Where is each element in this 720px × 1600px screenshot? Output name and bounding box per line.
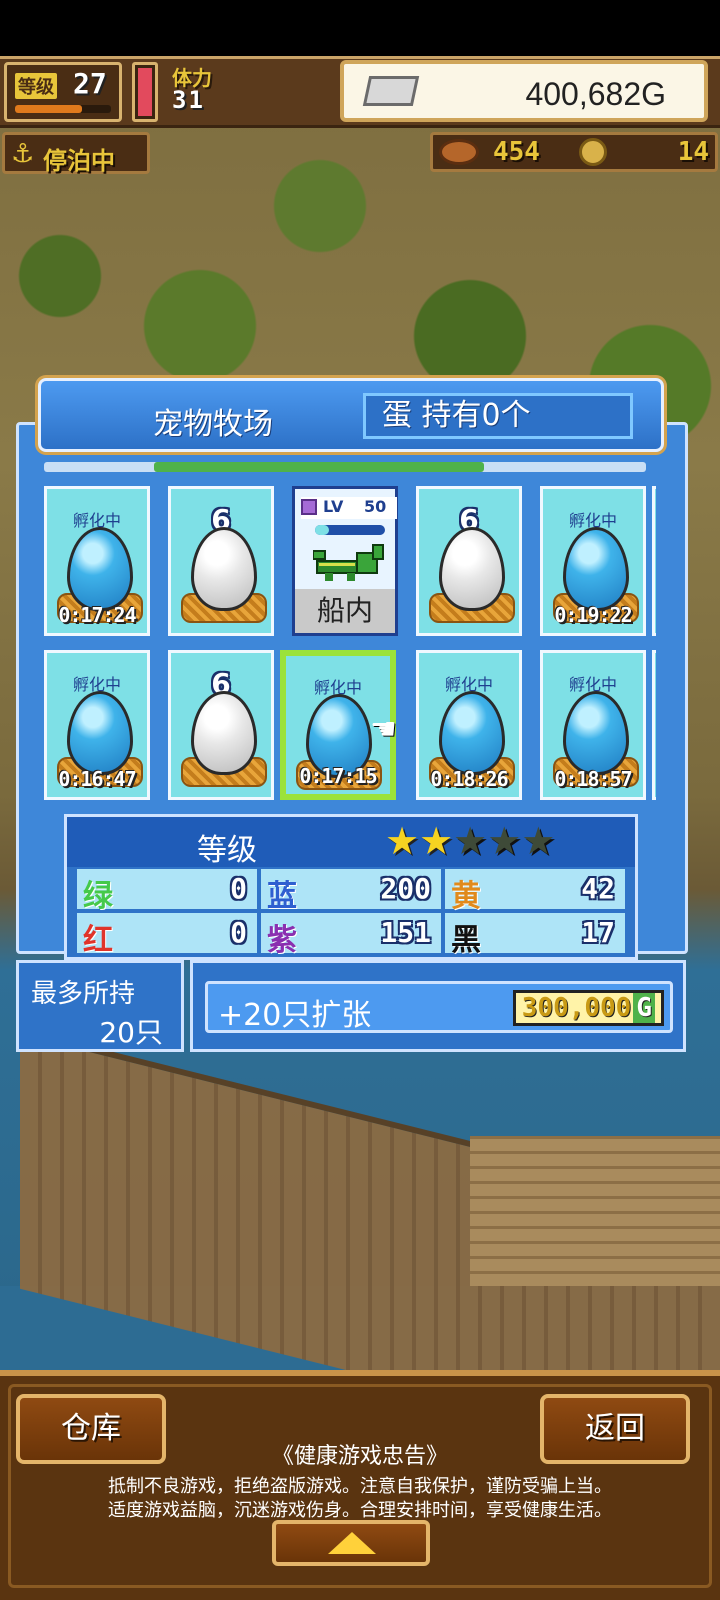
blue-egg-icon bbox=[563, 691, 629, 775]
star-empty-icon: ★ bbox=[521, 819, 556, 863]
blue-egg-icon bbox=[67, 691, 133, 775]
stamina-gauge bbox=[132, 62, 158, 122]
arrow-up-icon bbox=[328, 1532, 376, 1554]
expand-price-value: 300,000 bbox=[521, 993, 632, 1023]
ranch-title: 宠物牧场 bbox=[153, 407, 273, 442]
star-filled-icon: ★ bbox=[419, 819, 454, 863]
stat-blue-label: 蓝 bbox=[267, 879, 297, 914]
max-capacity: 最多所持 20只 bbox=[16, 960, 184, 1052]
hatch-timer: 0:19:22 bbox=[554, 603, 632, 627]
ranch-title-bar: 宠物牧场 蛋 持有0个 bbox=[38, 378, 664, 452]
slot-partial bbox=[652, 486, 656, 636]
gold-currency-icon: G bbox=[633, 993, 655, 1023]
stat-black-label: 黑 bbox=[451, 923, 481, 958]
bottom-menu: 仓库 返回 《健康游戏忠告》 抵制不良游戏，拒绝盗版游戏。注意自我保护，谨防受骗… bbox=[0, 1370, 720, 1600]
blue-egg-icon bbox=[439, 691, 505, 775]
max-capacity-value: 20只 bbox=[99, 1016, 163, 1049]
stats-title: 等级 bbox=[197, 833, 257, 868]
slot-egg-hatching[interactable]: 孵化中 0:18:26 bbox=[416, 650, 522, 800]
gold-display: 400,682G bbox=[340, 60, 708, 122]
stat-green: 绿 0 bbox=[77, 869, 257, 914]
white-egg-icon bbox=[191, 691, 257, 775]
slot-egg-hatching[interactable]: 孵化中 0:19:22 bbox=[540, 486, 646, 636]
health-notice-line-1: 抵制不良游戏，拒绝盗版游戏。注意自我保护，谨防受骗上当。 bbox=[108, 1476, 612, 1497]
stat-purple: 紫 151 bbox=[261, 913, 441, 958]
slot-scrollbar-thumb[interactable] bbox=[154, 462, 484, 472]
expand-capacity-button[interactable]: +20只扩张 300,000 G bbox=[205, 981, 673, 1033]
stat-yellow-label: 黄 bbox=[451, 879, 481, 914]
exp-bar bbox=[15, 105, 111, 113]
hatch-timer: 0:18:57 bbox=[554, 767, 632, 791]
slot-egg[interactable]: 6 bbox=[168, 650, 274, 800]
expand-menu-button[interactable] bbox=[272, 1520, 430, 1566]
mooring-status-text: 停泊中 bbox=[43, 147, 115, 175]
blue-egg-icon bbox=[67, 527, 133, 611]
slot-egg[interactable]: 6 bbox=[416, 486, 522, 636]
pet-level-label: LV bbox=[323, 497, 344, 516]
level-display: 等级 27 bbox=[4, 62, 122, 122]
level-label: 等级 bbox=[15, 73, 57, 99]
white-egg-icon bbox=[191, 527, 257, 611]
stat-purple-label: 紫 bbox=[267, 923, 297, 958]
expand-price: 300,000 G bbox=[512, 990, 664, 1026]
health-notice-line-2: 适度游戏益脑，沉迷游戏伤身。合理安排时间，享受健康生活。 bbox=[108, 1500, 612, 1521]
egg-count: 蛋 持有0个 bbox=[363, 393, 633, 439]
health-notice-title: 《健康游戏忠告》 bbox=[271, 1444, 448, 1469]
stamina-value: 31 bbox=[172, 86, 205, 114]
pet-level-value: 50 bbox=[361, 497, 390, 516]
star-empty-icon: ★ bbox=[487, 819, 522, 863]
meat-icon bbox=[439, 139, 479, 165]
slot-egg-hatching[interactable]: 孵化中 0:16:47 bbox=[44, 650, 150, 800]
star-empty-icon: ★ bbox=[453, 819, 488, 863]
stats-header: 等级 ★★★★★ bbox=[67, 817, 635, 868]
stat-blue-value: 200 bbox=[380, 872, 431, 905]
stat-yellow-value: 42 bbox=[581, 872, 615, 905]
hatch-timer: 0:17:24 bbox=[58, 603, 136, 627]
slot-egg-hatching[interactable]: 孵化中 0:17:24 bbox=[44, 486, 150, 636]
blue-egg-icon bbox=[563, 527, 629, 611]
stat-green-value: 0 bbox=[230, 872, 247, 905]
anchor-icon: ⚓ bbox=[11, 139, 35, 169]
gold-amount: 400,682G bbox=[525, 76, 666, 112]
slot-scrollbar[interactable] bbox=[44, 462, 646, 472]
pet-location: 船内 bbox=[295, 589, 395, 633]
pet-type-icon bbox=[301, 499, 317, 515]
star-filled-icon: ★ bbox=[385, 819, 420, 863]
stat-red: 红 0 bbox=[77, 913, 257, 958]
hand-pointer-icon: ☚ bbox=[370, 712, 397, 747]
pet-exp-bar bbox=[315, 525, 385, 535]
stat-red-label: 红 bbox=[83, 923, 113, 958]
slot-pet-crocodile[interactable]: LV 50 船内 bbox=[292, 486, 398, 636]
stat-red-value: 0 bbox=[230, 916, 247, 949]
stat-blue: 蓝 200 bbox=[261, 869, 441, 914]
max-capacity-label: 最多所持 bbox=[31, 979, 136, 1009]
grade-stars: ★★★★★ bbox=[385, 819, 555, 863]
white-egg-icon bbox=[439, 527, 505, 611]
stat-purple-value: 151 bbox=[380, 916, 431, 949]
stat-black-value: 17 bbox=[581, 916, 615, 949]
medal-count: 14 bbox=[677, 137, 709, 167]
mooring-status[interactable]: ⚓ 停泊中 bbox=[2, 132, 150, 175]
resource-bar: 454 14 bbox=[430, 132, 718, 172]
pet-slot-grid: 孵化中 0:17:24 6 LV 50 船内 6 孵化中 0:19:22 孵化中… bbox=[44, 486, 656, 806]
level-value: 27 bbox=[73, 67, 107, 100]
slot-egg[interactable]: 6 bbox=[168, 486, 274, 636]
hatch-timer: 0:17:15 bbox=[299, 764, 377, 788]
stat-black: 黑 17 bbox=[445, 913, 625, 958]
food-count: 454 bbox=[493, 137, 540, 167]
gold-bar-icon bbox=[362, 76, 420, 106]
dock-building bbox=[470, 1136, 720, 1286]
egg-grade-stats: 等级 ★★★★★ 绿 0 蓝 200 黄 42 红 0 紫 151 黑 17 bbox=[64, 814, 638, 960]
stat-yellow: 黄 42 bbox=[445, 869, 625, 914]
hatch-timer: 0:16:47 bbox=[58, 767, 136, 791]
stat-green-label: 绿 bbox=[83, 879, 113, 914]
slot-partial bbox=[652, 650, 656, 800]
slot-egg-hatching[interactable]: 孵化中 0:18:57 bbox=[540, 650, 646, 800]
hatch-timer: 0:18:26 bbox=[430, 767, 508, 791]
expand-label: +20只扩张 bbox=[218, 998, 372, 1033]
medal-icon bbox=[579, 138, 607, 166]
expand-panel: +20只扩张 300,000 G bbox=[190, 960, 686, 1052]
crocodile-icon bbox=[313, 544, 384, 581]
